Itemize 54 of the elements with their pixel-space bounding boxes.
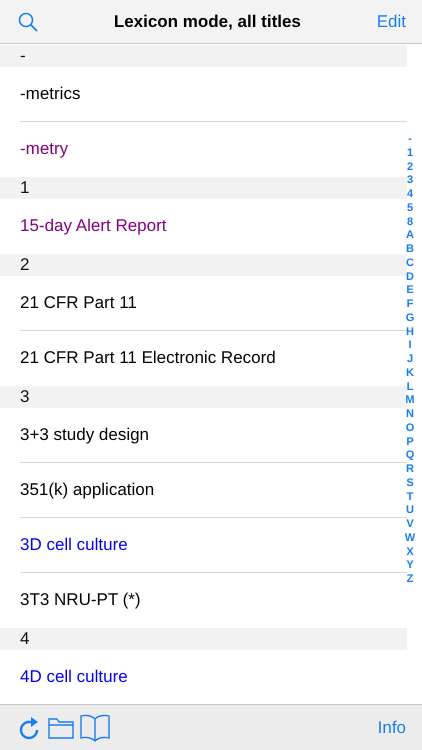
navigation-title: Lexicon mode, all titles	[114, 10, 301, 33]
list-item[interactable]: 3+3 study design	[0, 408, 407, 462]
index-letter[interactable]: P	[406, 436, 414, 450]
index-letter[interactable]: H	[406, 326, 414, 340]
edit-button[interactable]: Edit	[376, 8, 406, 34]
index-letter[interactable]: J	[406, 353, 414, 367]
section-header: -	[0, 45, 407, 67]
index-letter[interactable]: U	[406, 504, 414, 518]
index-letter[interactable]: W	[404, 532, 416, 546]
index-letter[interactable]: K	[406, 366, 414, 380]
section-header: 2	[0, 254, 407, 276]
index-letter[interactable]: G	[406, 312, 414, 326]
index-letter[interactable]: Y	[406, 559, 414, 573]
search-icon	[18, 12, 38, 32]
index-letter[interactable]: C	[406, 256, 414, 270]
list-item[interactable]: 3T3 NRU-PT (*)	[0, 573, 407, 627]
folder-icon	[48, 717, 74, 740]
list-item[interactable]: 15-day Alert Report	[0, 199, 407, 253]
index-letter[interactable]: B	[406, 243, 414, 257]
section-header: 4	[0, 628, 407, 650]
index-letter[interactable]: M	[405, 394, 415, 408]
index-letter[interactable]: -	[408, 133, 412, 147]
index-letter[interactable]: T	[406, 490, 414, 504]
book-icon	[80, 714, 110, 742]
index-letter[interactable]: F	[406, 298, 414, 312]
index-letter[interactable]: D	[406, 270, 414, 284]
section-header: 3	[0, 386, 407, 408]
list-item[interactable]: 351(k) application	[0, 463, 407, 517]
list-item[interactable]: -metry	[0, 122, 407, 176]
index-letter[interactable]: 8	[406, 216, 414, 230]
index-letter[interactable]: V	[406, 518, 414, 532]
index-letter[interactable]: Z	[406, 573, 414, 587]
index-letter[interactable]: Q	[406, 449, 414, 463]
index-letter[interactable]: 4	[406, 188, 414, 202]
list-item[interactable]: 21 CFR Part 11 Electronic Record	[0, 331, 407, 385]
index-letter[interactable]: 3	[406, 174, 414, 188]
index-letter[interactable]: N	[406, 408, 414, 422]
bookmarks-button[interactable]	[80, 714, 110, 742]
list-item[interactable]: -metrics	[0, 67, 407, 121]
section-header: 1	[0, 177, 407, 199]
list-item[interactable]: 4D cell culture	[0, 650, 407, 704]
list-item[interactable]: 21 CFR Part 11	[0, 276, 407, 330]
index-letter[interactable]: A	[406, 229, 414, 243]
index-letter[interactable]: 5	[406, 202, 414, 216]
index-letter[interactable]: E	[406, 284, 414, 298]
index-letter[interactable]: R	[406, 463, 414, 477]
index-letter[interactable]: 1	[406, 146, 414, 160]
index-letter[interactable]: O	[406, 422, 414, 436]
info-button[interactable]: Info	[378, 714, 406, 740]
index-letter[interactable]: I	[408, 339, 412, 353]
index-letter[interactable]: 2	[406, 160, 414, 174]
index-letter[interactable]: L	[406, 380, 414, 394]
index-letter[interactable]: S	[406, 476, 414, 490]
index-letter[interactable]: X	[406, 546, 414, 560]
